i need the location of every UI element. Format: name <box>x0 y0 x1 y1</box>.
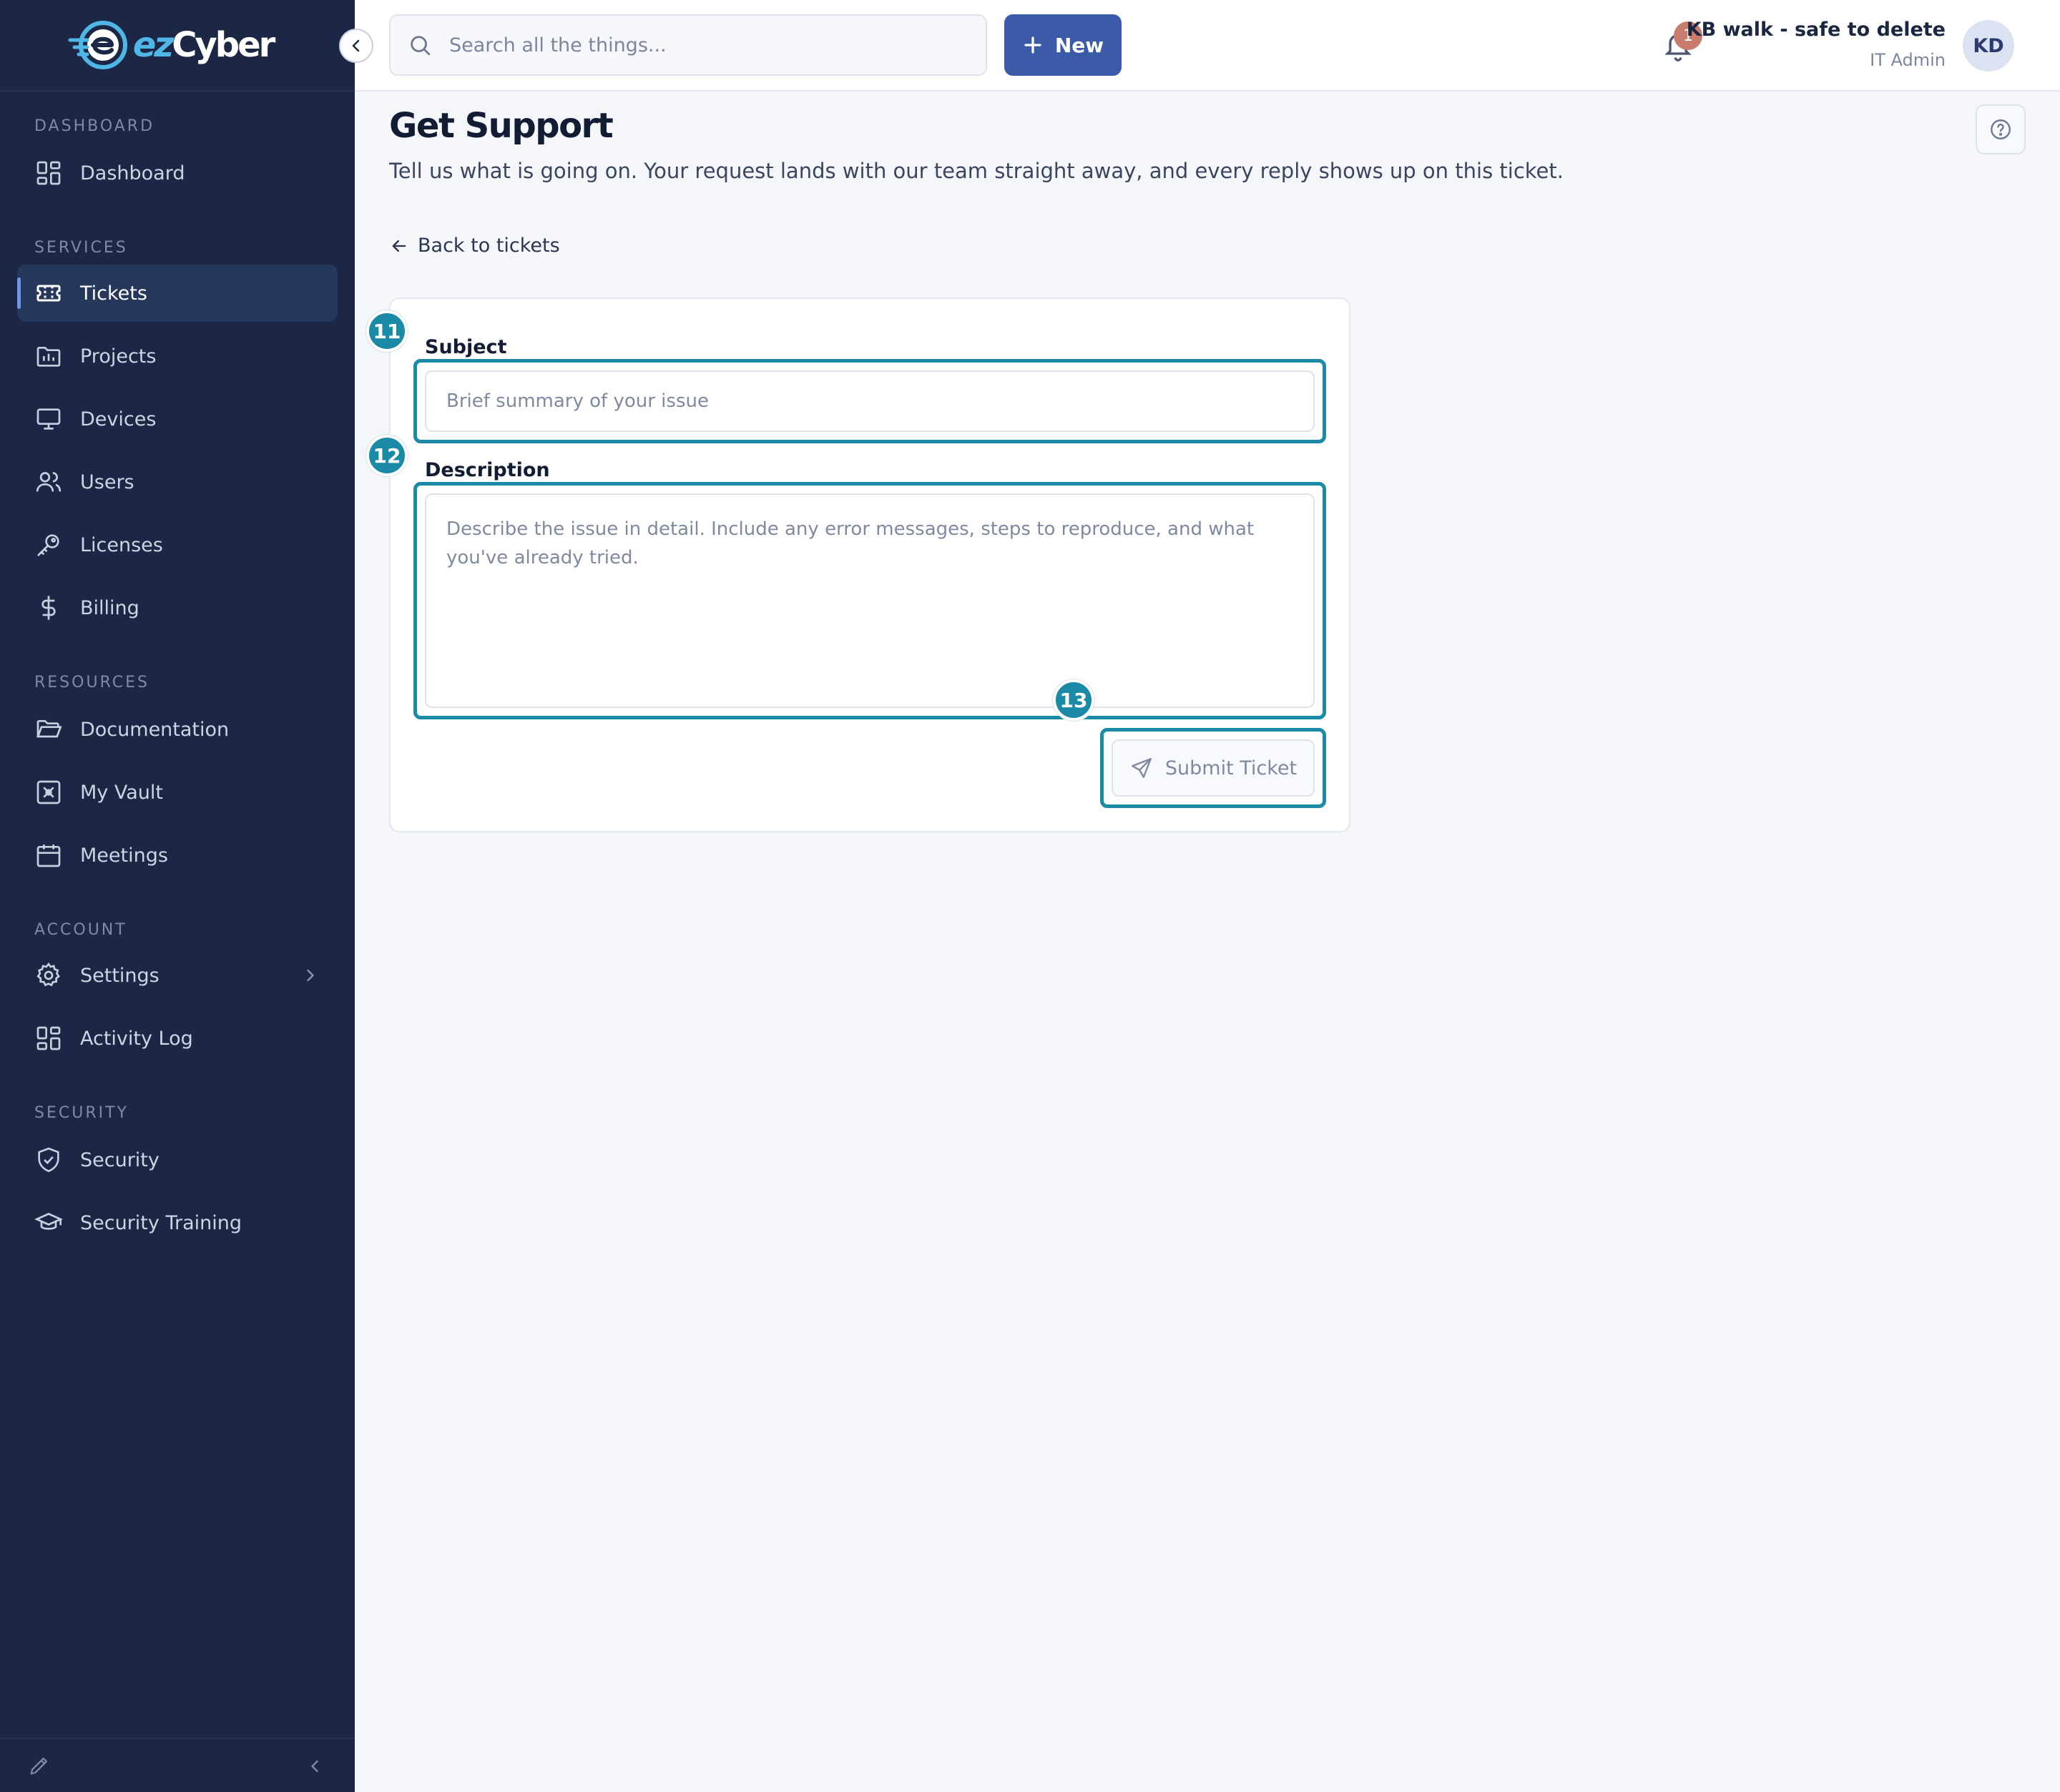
sidebar-item-security[interactable]: Security <box>17 1131 338 1188</box>
brand-wordmark: ez Cyber <box>132 25 276 65</box>
shield-icon <box>38 1147 59 1173</box>
user-name[interactable]: KB walk - safe to delete <box>1687 19 1946 41</box>
sidebar-item-users[interactable]: Users <box>17 453 338 511</box>
new-button[interactable]: New <box>1004 14 1122 76</box>
back-link-label: Back to tickets <box>418 235 560 257</box>
description-textarea[interactable] <box>425 493 1315 708</box>
sidebar-item-label: Dashboard <box>80 162 185 184</box>
description-label: Description <box>425 459 550 481</box>
submit-ticket-label: Submit Ticket <box>1164 757 1298 779</box>
chevron-right-icon <box>307 969 314 982</box>
sidebar-item-label: Projects <box>80 345 157 368</box>
chevron-left-icon <box>352 39 360 52</box>
grid-icon <box>36 161 61 185</box>
search-bar[interactable] <box>389 14 987 76</box>
chevron-left-icon[interactable] <box>305 1756 325 1776</box>
sidebar-item-label: Billing <box>80 596 139 619</box>
key-icon <box>37 534 59 556</box>
gear-icon <box>36 963 60 987</box>
page-title: Get Support <box>389 106 614 146</box>
dollar-icon <box>41 596 56 620</box>
subject-label: Subject <box>425 336 507 358</box>
folder-open-icon <box>36 720 62 738</box>
grid-icon <box>36 1026 61 1050</box>
sidebar-item-activity-log[interactable]: Activity Log <box>17 1010 338 1067</box>
help-circle-icon <box>1991 119 2011 139</box>
monitor-icon <box>36 408 61 430</box>
new-button-label: New <box>1054 33 1104 57</box>
sidebar-item-security-training[interactable]: Security Training <box>17 1194 338 1251</box>
step-badge-11: 11 <box>366 310 408 352</box>
sidebar-item-label: My Vault <box>80 781 163 804</box>
ticket-icon <box>36 285 61 302</box>
sidebar-item-label: Activity Log <box>80 1027 193 1050</box>
user-role: IT Admin <box>1870 50 1946 70</box>
sidebar-item-dashboard[interactable]: Dashboard <box>17 144 338 202</box>
vault-icon <box>36 780 61 804</box>
sidebar-item-label: Settings <box>80 964 160 987</box>
section-label-resources: RESOURCES <box>34 674 149 691</box>
folder-chart-icon <box>36 347 61 367</box>
brand-name: Cyber <box>172 25 275 65</box>
section-label-dashboard: DASHBOARD <box>34 117 155 135</box>
submit-ticket-button[interactable]: Submit Ticket <box>1112 739 1315 797</box>
sidebar-item-label: Licenses <box>80 533 163 556</box>
sidebar-item-projects[interactable]: Projects <box>17 328 338 385</box>
topbar: New 1 KB walk - safe to delete IT Admin … <box>355 0 2060 92</box>
sidebar-item-label: Users <box>80 471 134 493</box>
sidebar-item-my-vault[interactable]: My Vault <box>17 764 338 821</box>
sidebar-item-meetings[interactable]: Meetings <box>17 827 338 884</box>
search-input[interactable] <box>449 34 964 56</box>
brand-logo[interactable]: ez Cyber <box>0 0 373 92</box>
step-badge-12: 12 <box>366 435 408 476</box>
sidebar-item-label: Devices <box>80 408 157 430</box>
sidebar-item-settings[interactable]: Settings <box>17 947 338 1004</box>
sidebar-item-billing[interactable]: Billing <box>17 579 338 636</box>
section-label-security: SECURITY <box>34 1104 129 1122</box>
calendar-icon <box>36 845 61 867</box>
pencil-icon[interactable] <box>27 1753 52 1778</box>
sidebar-item-devices[interactable]: Devices <box>17 390 338 448</box>
sidebar: ez Cyber DASHBOARD SERVICES RESOURCES AC… <box>0 0 373 1792</box>
sidebar-item-label: Meetings <box>80 844 168 867</box>
sidebar-item-label: Security Training <box>80 1211 242 1234</box>
arrow-left-icon <box>392 240 406 252</box>
sidebar-item-label: Documentation <box>80 718 230 741</box>
sidebar-item-licenses[interactable]: Licenses <box>17 516 338 573</box>
sidebar-item-label: Security <box>80 1148 160 1171</box>
sidebar-item-label: Tickets <box>80 282 147 305</box>
graduation-cap-icon <box>34 1213 63 1230</box>
section-label-account: ACCOUNT <box>34 921 127 939</box>
brand-prefix: ez <box>132 25 174 65</box>
send-icon <box>1131 758 1152 778</box>
users-icon <box>36 472 62 492</box>
page-subtitle: Tell us what is going on. Your request l… <box>389 159 1564 183</box>
sidebar-item-tickets[interactable]: Tickets <box>17 265 338 322</box>
collapse-sidebar-button[interactable] <box>339 29 373 63</box>
subject-input[interactable] <box>425 370 1315 432</box>
sidebar-item-documentation[interactable]: Documentation <box>17 701 338 758</box>
section-label-services: SERVICES <box>34 239 128 257</box>
help-button[interactable] <box>1976 104 2026 154</box>
plus-icon <box>1024 36 1041 54</box>
search-icon <box>411 36 431 56</box>
sidebar-footer <box>0 1738 355 1792</box>
avatar[interactable]: KD <box>1963 20 2014 72</box>
back-to-tickets-link[interactable]: Back to tickets <box>389 235 560 257</box>
step-badge-13: 13 <box>1053 679 1094 721</box>
ezcyber-logo-mark <box>68 21 127 69</box>
